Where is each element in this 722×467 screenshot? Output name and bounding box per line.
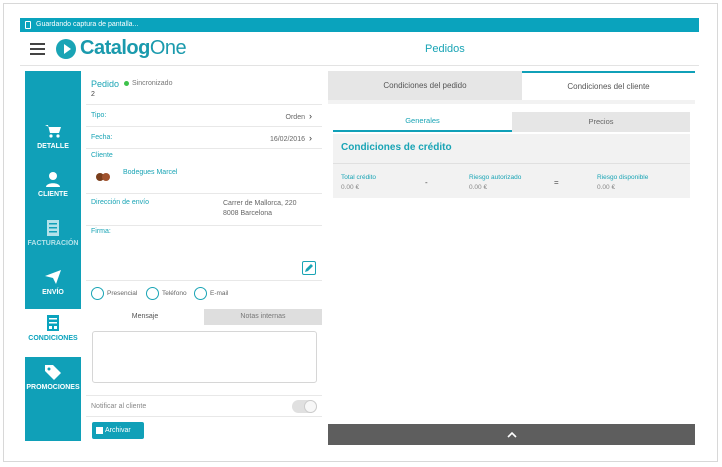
tag-icon <box>44 364 62 380</box>
conditions-content: Generales Precios Condiciones de crédito… <box>328 104 695 424</box>
radio-email[interactable] <box>194 287 207 300</box>
total-credito-value: 0.00 € <box>341 184 360 191</box>
minus-operator: - <box>425 178 428 187</box>
logo: CatalogOne <box>80 37 187 59</box>
contact-options: Presencial Teléfono E-mail <box>91 287 321 301</box>
tab-precios[interactable]: Precios <box>512 112 690 132</box>
direccion-value: Carrer de Mallorca, 220 8008 Barcelona <box>223 200 297 217</box>
page-title: Pedidos <box>425 43 465 55</box>
order-number: 2 <box>91 91 95 98</box>
sidebar-item-detalle[interactable]: DETALLE <box>25 117 81 165</box>
total-credito-label: Total crédito <box>341 174 377 181</box>
logo-play-icon <box>56 39 76 59</box>
section-title: Condiciones de crédito <box>341 142 452 153</box>
tipo-value: Orden <box>285 114 305 121</box>
tab-generales[interactable]: Generales <box>333 112 512 132</box>
notify-row: Notificar al cliente <box>86 395 322 417</box>
radio-presencial[interactable] <box>91 287 104 300</box>
tab-notas-internas[interactable]: Notas internas <box>204 309 322 325</box>
edit-signature-button[interactable] <box>302 261 316 275</box>
riesgo-autorizado-label: Riesgo autorizado <box>469 174 522 181</box>
sync-dot-icon <box>124 81 129 86</box>
sidebar: DETALLE CLIENTE FACTURACIÓN ENVÍO CONDIC… <box>25 71 81 441</box>
archive-icon <box>96 426 103 434</box>
tab-mensaje[interactable]: Mensaje <box>86 309 204 325</box>
send-icon <box>44 269 62 285</box>
tab-condiciones-cliente[interactable]: Condiciones del cliente <box>522 71 695 100</box>
order-panel: Pedido Sincronizado 2 Tipo: Orden › Fecha… <box>86 71 322 441</box>
sync-status: Sincronizado <box>132 80 173 87</box>
archivar-button[interactable]: Archivar <box>92 422 144 439</box>
screenshot-icon <box>25 21 31 29</box>
conditions-panel: Condiciones del pedido Condiciones del c… <box>328 71 695 445</box>
sidebar-item-promociones[interactable]: PROMOCIONES <box>25 358 81 406</box>
app-header: CatalogOne Pedidos <box>20 32 699 66</box>
notify-toggle[interactable] <box>292 400 317 413</box>
sidebar-item-condiciones[interactable]: CONDICIONES <box>25 309 81 357</box>
chevron-right-icon: › <box>309 111 312 121</box>
client-name: Bodegues Marcel <box>123 169 178 176</box>
riesgo-autorizado-value: 0.00 € <box>469 184 488 191</box>
chevron-up-icon <box>506 431 517 438</box>
fecha-row[interactable]: Fecha: 16/02/2016 › <box>86 128 322 149</box>
message-textarea[interactable] <box>92 331 317 383</box>
conditions-icon <box>44 315 62 331</box>
sidebar-item-facturacion[interactable]: FACTURACIÓN <box>25 214 81 262</box>
riesgo-disponible-label: Riesgo disponible <box>597 174 649 181</box>
equals-operator: = <box>554 178 559 187</box>
riesgo-disponible-value: 0.00 € <box>597 184 616 191</box>
direccion-row: Dirección de envío Carrer de Mallorca, 2… <box>86 195 322 226</box>
pencil-icon <box>305 264 313 272</box>
order-header: Pedido Sincronizado 2 <box>86 71 322 105</box>
status-text: Guardando captura de pantalla... <box>36 21 139 28</box>
sidebar-item-envio[interactable]: ENVÍO <box>25 263 81 311</box>
expand-bar[interactable] <box>328 424 695 445</box>
firma-row: Firma: <box>86 227 322 281</box>
notify-label: Notificar al cliente <box>91 403 147 410</box>
credit-conditions-card: Condiciones de crédito Total crédito 0.0… <box>333 134 690 198</box>
tab-condiciones-pedido[interactable]: Condiciones del pedido <box>328 71 522 100</box>
tipo-row[interactable]: Tipo: Orden › <box>86 107 322 127</box>
cart-icon <box>44 123 62 139</box>
client-avatar <box>96 171 110 183</box>
status-bar: Guardando captura de pantalla... <box>20 18 699 32</box>
invoice-icon <box>44 220 62 236</box>
person-icon <box>44 171 62 187</box>
sidebar-item-cliente[interactable]: CLIENTE <box>25 165 81 213</box>
fecha-value: 16/02/2016 <box>269 136 305 143</box>
radio-telefono[interactable] <box>146 287 159 300</box>
menu-icon[interactable] <box>30 43 45 55</box>
cliente-row[interactable]: Cliente Bodegues Marcel <box>86 150 322 194</box>
chevron-right-icon: › <box>309 133 312 143</box>
